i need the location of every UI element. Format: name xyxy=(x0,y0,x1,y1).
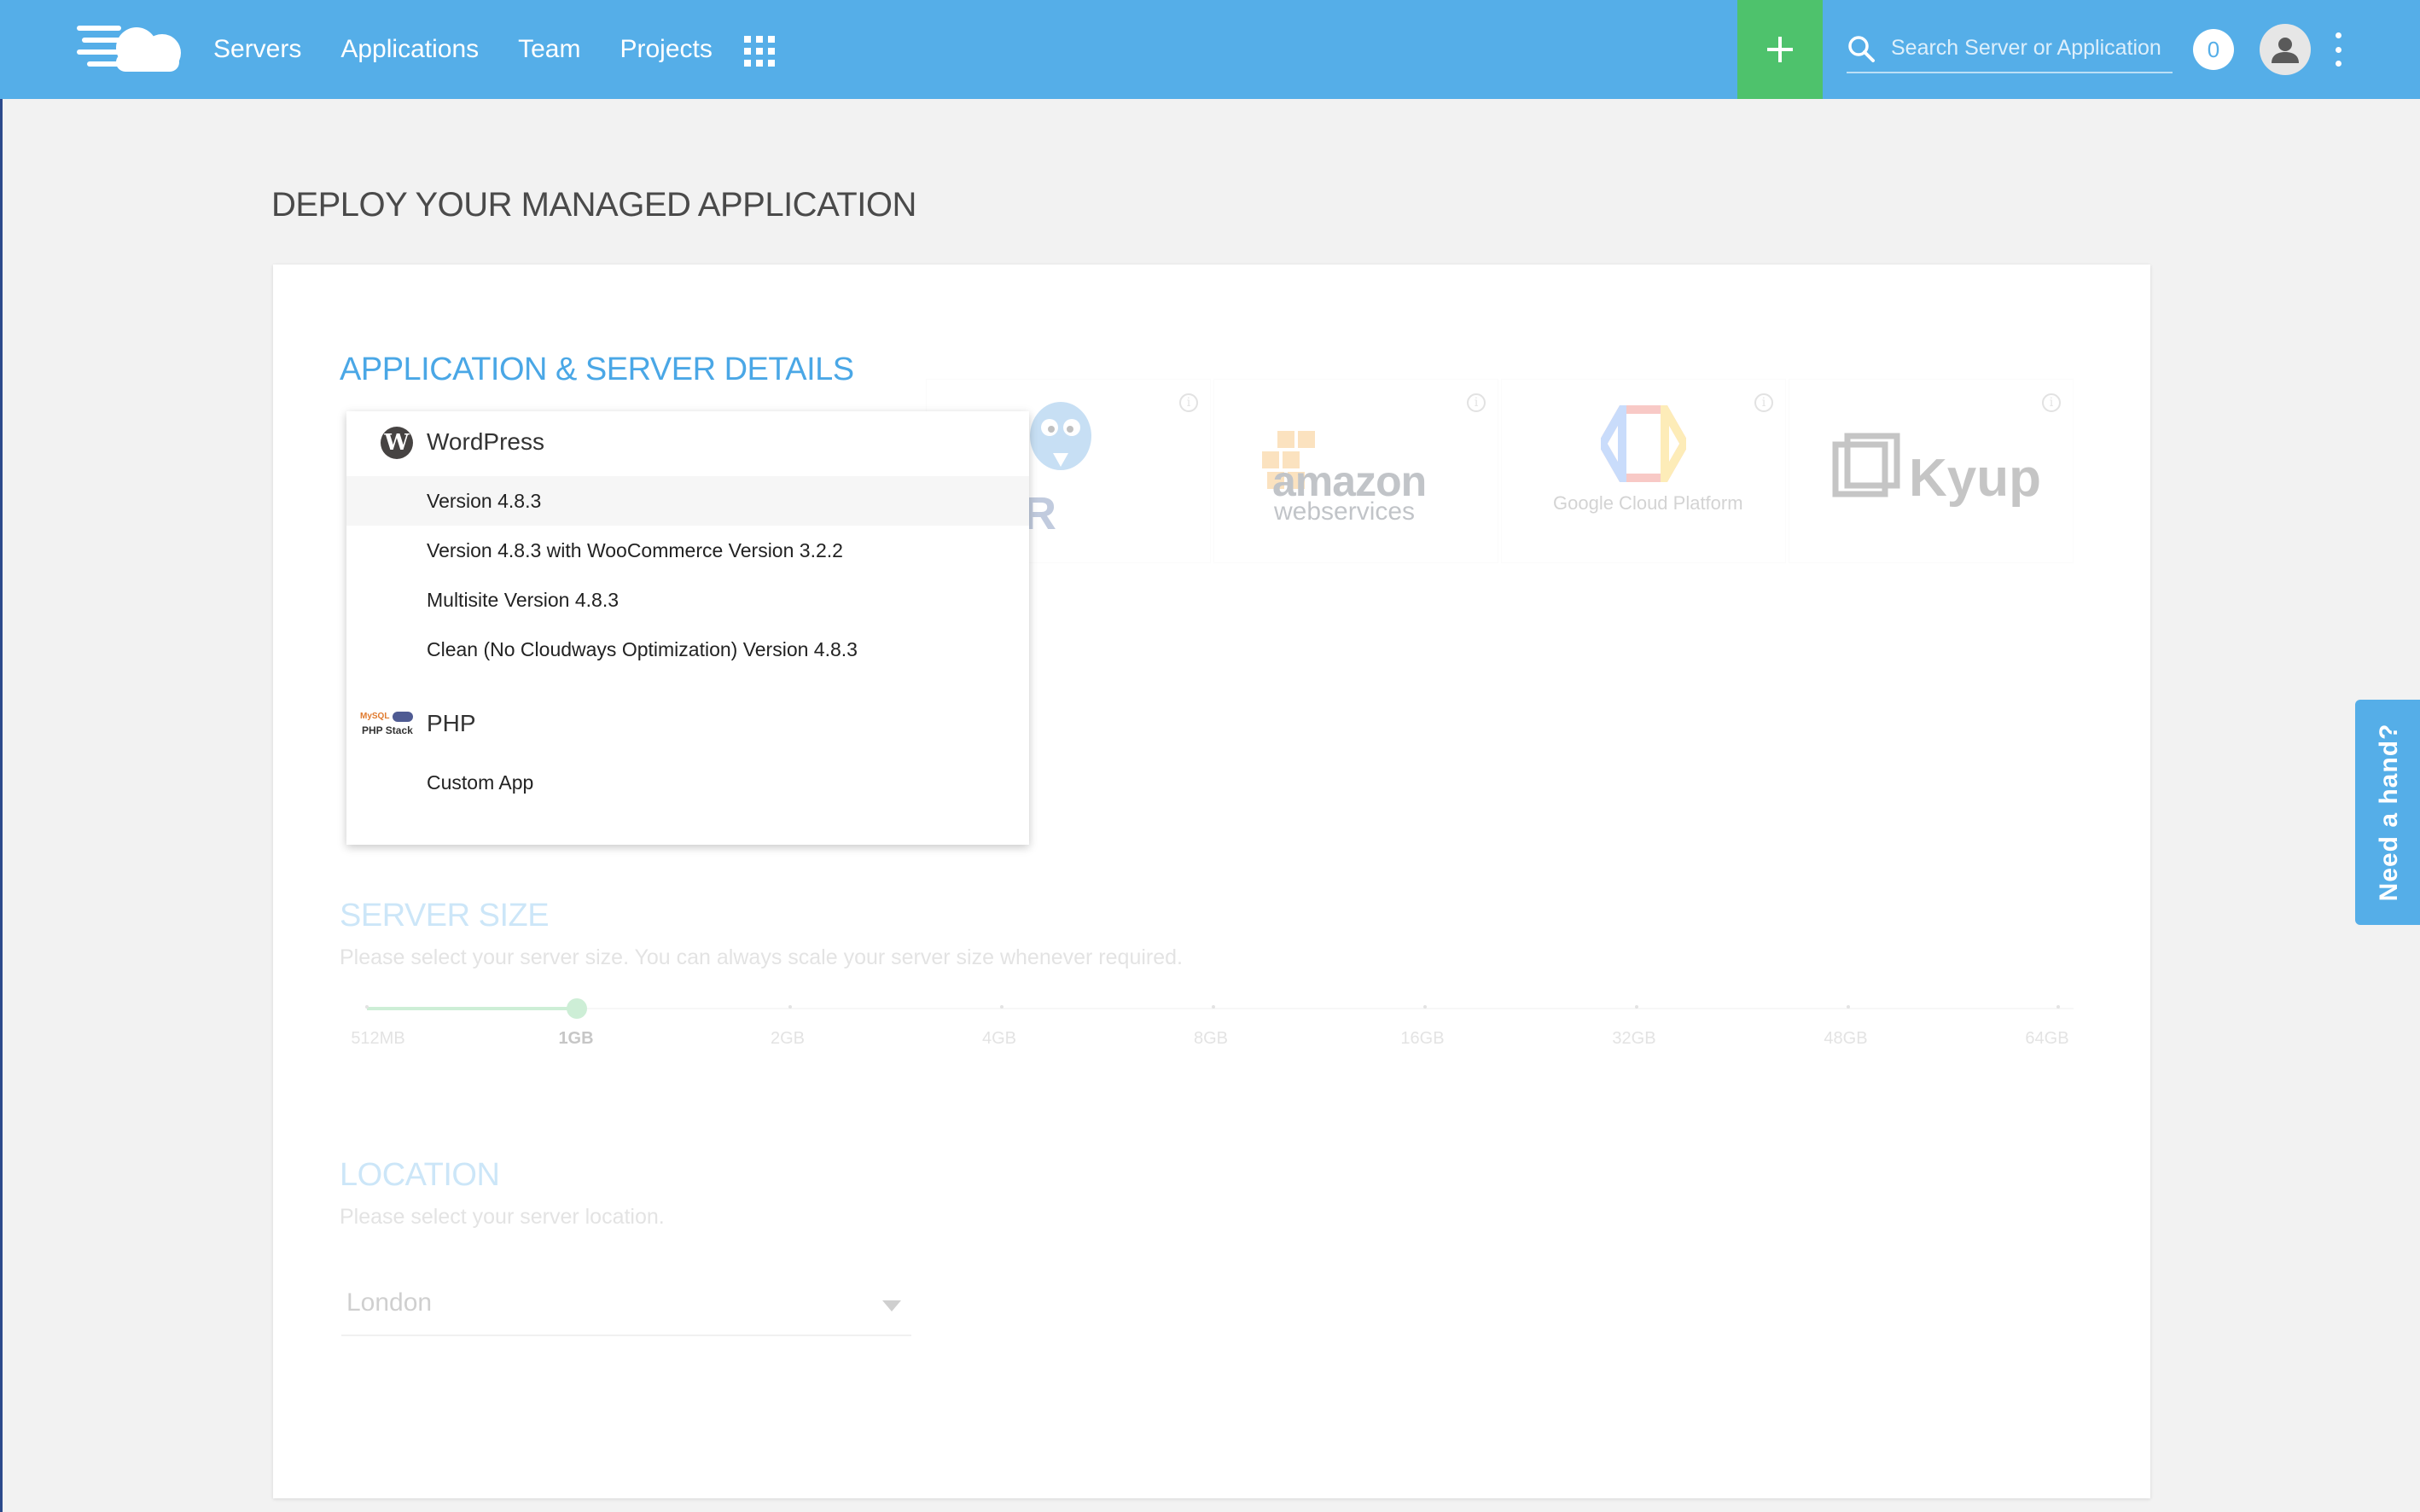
application-dropdown-menu: W WordPress Version 4.8.3 Version 4.8.3 … xyxy=(346,411,1029,845)
dropdown-group-php: MySQL PHP Stack PHP xyxy=(346,693,1029,753)
slider-tick xyxy=(365,1005,369,1009)
nav-team[interactable]: Team xyxy=(518,35,580,64)
provider-google[interactable]: Google Cloud Platform i xyxy=(1501,379,1786,563)
size-label[interactable]: 16GB xyxy=(1384,1029,1461,1049)
add-button[interactable] xyxy=(1737,0,1823,99)
apps-grid-icon[interactable] xyxy=(744,36,775,67)
google-cloud-logo-text: Google Cloud Platform xyxy=(1553,492,1743,514)
server-size-heading: SERVER SIZE xyxy=(340,898,550,933)
slider-tick xyxy=(1000,1005,1003,1009)
page-title: DEPLOY YOUR MANAGED APPLICATION xyxy=(271,186,916,224)
top-navbar: Servers Applications Team Projects 0 xyxy=(0,0,2420,99)
kyup-logo-text: Kyup xyxy=(1909,449,2041,508)
slider-tick xyxy=(1423,1005,1427,1009)
nav-applications[interactable]: Applications xyxy=(340,35,479,64)
group-label: PHP xyxy=(427,710,476,736)
search-input[interactable] xyxy=(1891,31,2164,65)
avatar[interactable] xyxy=(2260,24,2311,75)
server-size-subtitle: Please select your server size. You can … xyxy=(340,945,1183,969)
nav-projects[interactable]: Projects xyxy=(620,35,712,64)
more-menu-icon[interactable] xyxy=(2330,32,2347,67)
help-label: Need a hand? xyxy=(2375,723,2403,902)
google-cloud-hex-icon xyxy=(1601,405,1686,482)
server-size-slider-track[interactable] xyxy=(367,1008,2074,1009)
notification-badge[interactable]: 0 xyxy=(2193,29,2234,70)
chevron-down-icon xyxy=(882,1300,901,1311)
window-edge xyxy=(0,99,3,1512)
size-label[interactable]: 48GB xyxy=(1807,1029,1884,1049)
provider-kyup[interactable]: Kyup i xyxy=(1789,379,2074,563)
kyup-cube-icon xyxy=(1832,433,1900,497)
option-wordpress-woocommerce[interactable]: Version 4.8.3 with WooCommerce Version 3… xyxy=(346,526,1029,575)
location-heading: LOCATION xyxy=(340,1157,500,1193)
slider-tick xyxy=(1847,1005,1850,1009)
size-label[interactable]: 32GB xyxy=(1596,1029,1672,1049)
info-icon[interactable]: i xyxy=(1467,393,1486,412)
nav-servers[interactable]: Servers xyxy=(213,35,301,64)
size-label-selected[interactable]: 1GB xyxy=(538,1029,614,1049)
option-label: Multisite Version 4.8.3 xyxy=(427,589,620,611)
option-label: Version 4.8.3 with WooCommerce Version 3… xyxy=(427,539,843,561)
location-value: London xyxy=(346,1288,433,1317)
server-size-slider-handle[interactable] xyxy=(567,998,587,1019)
size-label[interactable]: 4GB xyxy=(961,1029,1038,1049)
info-icon[interactable]: i xyxy=(2042,393,2061,412)
user-icon xyxy=(2272,38,2299,63)
info-icon[interactable]: i xyxy=(1179,393,1198,412)
amazon-logo-subtext: webservices xyxy=(1274,497,1416,526)
search-box xyxy=(1847,26,2173,73)
app-server-heading: APPLICATION & SERVER DETAILS xyxy=(340,352,854,387)
option-wordpress-multisite[interactable]: Multisite Version 4.8.3 xyxy=(346,575,1029,625)
slider-tick xyxy=(1212,1005,1215,1009)
vultr-mascot-icon xyxy=(1030,402,1091,470)
server-size-slider-fill xyxy=(367,1007,579,1010)
size-label[interactable]: 512MB xyxy=(340,1029,416,1049)
size-label[interactable]: 64GB xyxy=(2009,1029,2086,1049)
option-label: Custom App xyxy=(427,771,534,794)
option-wordpress-version[interactable]: Version 4.8.3 xyxy=(346,476,1029,526)
size-label[interactable]: 8GB xyxy=(1172,1029,1249,1049)
cloudways-logo-icon[interactable] xyxy=(77,19,188,77)
search-icon[interactable] xyxy=(1847,34,1876,63)
php-stack-icon: MySQL PHP Stack xyxy=(360,712,413,736)
slider-tick xyxy=(1635,1005,1638,1009)
main-nav: Servers Applications Team Projects xyxy=(213,0,713,99)
plus-icon xyxy=(1767,37,1793,62)
option-custom-app[interactable]: Custom App xyxy=(346,758,1029,807)
slider-tick xyxy=(788,1005,792,1009)
group-label: WordPress xyxy=(427,428,544,455)
option-label: Clean (No Cloudways Optimization) Versio… xyxy=(427,638,858,660)
need-a-hand-tab[interactable]: Need a hand? xyxy=(2355,700,2420,925)
location-subtitle: Please select your server location. xyxy=(340,1205,665,1229)
info-icon[interactable]: i xyxy=(1754,393,1773,412)
provider-amazon[interactable]: amazon webservices i xyxy=(1213,379,1498,563)
size-label[interactable]: 2GB xyxy=(749,1029,826,1049)
location-select[interactable]: London xyxy=(341,1280,911,1336)
dropdown-group-wordpress: W WordPress xyxy=(346,411,1029,471)
option-wordpress-clean[interactable]: Clean (No Cloudways Optimization) Versio… xyxy=(346,625,1029,674)
slider-tick xyxy=(2056,1005,2060,1009)
wordpress-icon: W xyxy=(381,427,413,459)
option-label: Version 4.8.3 xyxy=(427,490,542,512)
